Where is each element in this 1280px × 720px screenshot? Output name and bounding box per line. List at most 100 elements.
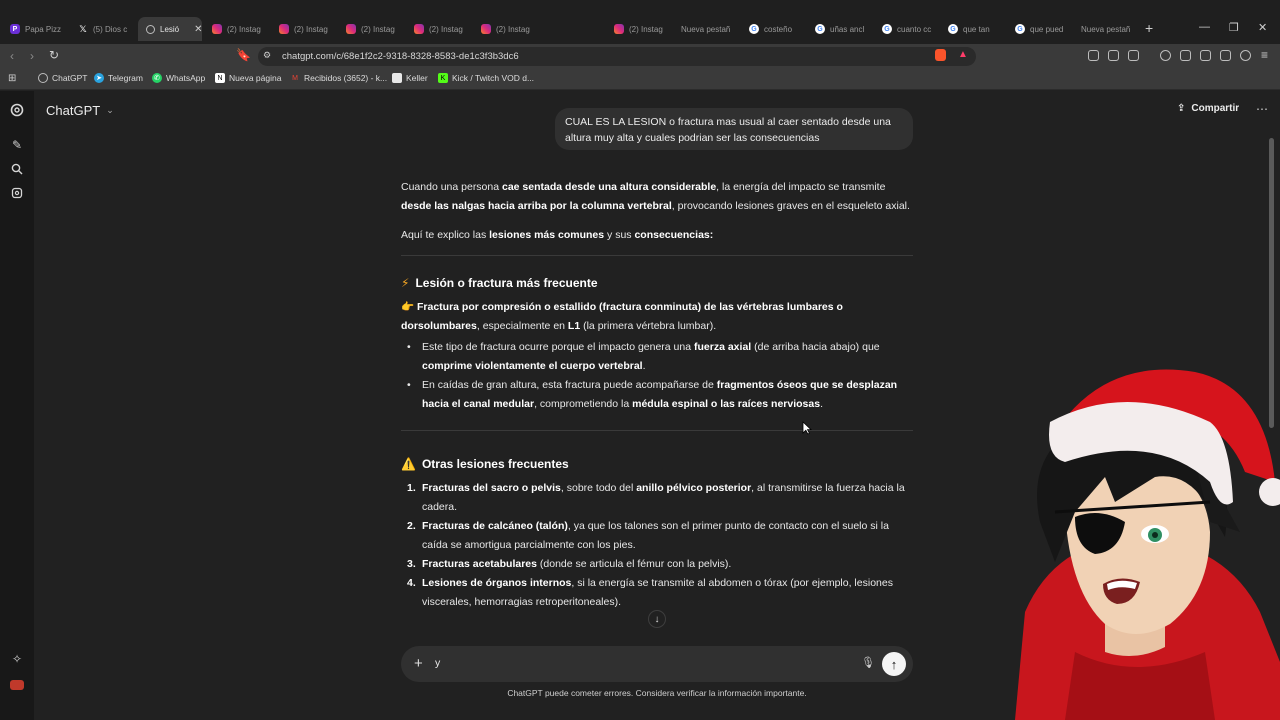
x-icon: 𝕏: [79, 23, 87, 34]
minimize-icon[interactable]: —: [1199, 21, 1210, 33]
apps-grid-icon[interactable]: ⊞: [8, 73, 16, 84]
answer-intro: Cuando una persona cae sentada desde una…: [401, 181, 910, 212]
back-arrow-icon[interactable]: ‹: [10, 49, 14, 63]
tab-label: (5) Dios c: [93, 24, 128, 34]
tab-label: Nueva pestañ: [681, 24, 731, 34]
tab-label: (2) Instag: [294, 24, 328, 34]
section-title: Otras lesiones frecuentes: [421, 457, 569, 471]
browser-tab-active[interactable]: Lesió ✕: [138, 17, 202, 41]
bookmark-notion[interactable]: N Nueva página: [215, 73, 281, 83]
site-settings-icon[interactable]: ⚙: [263, 50, 271, 61]
browser-tab[interactable]: Nueva pestañ: [681, 19, 733, 39]
music-icon[interactable]: [1160, 50, 1171, 61]
browser-tab[interactable]: G que pued: [1015, 19, 1065, 39]
section-lead: 👉 Fractura por compresión o estallido (f…: [401, 301, 843, 332]
brave-rewards-icon[interactable]: ▲: [958, 49, 968, 60]
new-chat-icon[interactable]: ✎: [10, 138, 24, 152]
microphone-icon[interactable]: 🎙: [861, 656, 875, 669]
browser-tab[interactable]: P Papa Pizz: [10, 19, 62, 39]
bookmark-kick[interactable]: K Kick / Twitch VOD d...: [438, 73, 534, 83]
tab-label: (2) Instag: [227, 24, 261, 34]
scroll-to-bottom-button[interactable]: ↓: [648, 610, 666, 628]
tab-label: uñas ancl: [830, 24, 865, 34]
search-icon[interactable]: [10, 162, 24, 176]
tab-label: (2) Instag: [629, 24, 663, 34]
sidebar-toggle-icon[interactable]: [1180, 50, 1191, 61]
instagram-icon: [614, 24, 624, 34]
bookmark-gmail[interactable]: M Recibidos (3652) - k...: [290, 73, 387, 83]
screenshot-icon[interactable]: [1128, 50, 1139, 61]
reload-icon[interactable]: ↻: [49, 48, 59, 62]
maximize-icon[interactable]: ❐: [1229, 21, 1239, 34]
bookmark-whatsapp[interactable]: ✆ WhatsApp: [152, 73, 205, 83]
browser-tab[interactable]: (2) Instag: [614, 19, 669, 39]
tab-label: que tan: [963, 24, 990, 34]
google-icon: G: [749, 24, 759, 34]
attach-plus-icon[interactable]: +: [414, 655, 423, 672]
browser-tab[interactable]: 𝕏 (5) Dios c: [78, 19, 132, 39]
browser-tab[interactable]: G cuanto cc: [882, 19, 932, 39]
menu-icon[interactable]: ≡: [1261, 48, 1268, 62]
prompt-input[interactable]: [435, 657, 835, 669]
arrow-up-icon: ↑: [890, 656, 898, 672]
google-icon: G: [948, 24, 958, 34]
bookmark-telegram[interactable]: ➤ Telegram: [94, 73, 143, 83]
list-item: 4. Lesiones de órganos internos, si la en…: [407, 577, 893, 608]
share-button[interactable]: ⇪ Compartir: [1177, 103, 1239, 114]
close-icon[interactable]: ✕: [194, 24, 202, 35]
browser-tab[interactable]: Nueva pestañ: [1081, 19, 1133, 39]
list-item: 1. Fracturas del sacro o pelvis, sobre to…: [407, 482, 905, 513]
section-heading: ⚠️ Otras lesiones frecuentes: [401, 455, 913, 474]
google-icon: G: [882, 24, 892, 34]
library-icon[interactable]: [10, 186, 24, 200]
tab-label: cuanto cc: [897, 24, 932, 34]
more-options-icon[interactable]: ⋯: [1256, 102, 1268, 116]
url-text[interactable]: chatgpt.com/c/68e1f2c2-9318-8328-8583-de…: [282, 51, 519, 62]
list-item: En caídas de gran altura, esta fractura …: [407, 376, 913, 414]
chatgpt-icon: [38, 73, 48, 83]
bookmark-icon[interactable]: 🔖: [236, 48, 251, 62]
puzzle-extensions-icon[interactable]: [1108, 50, 1119, 61]
send-button[interactable]: ↑: [882, 652, 906, 676]
instagram-icon: [212, 24, 222, 34]
arrow-down-icon: ↓: [654, 613, 660, 625]
browser-tab[interactable]: (2) Instag: [414, 19, 469, 39]
kick-icon: K: [438, 73, 448, 83]
vtuber-avatar: [1015, 369, 1280, 720]
tab-label: Papa Pizz: [25, 24, 62, 34]
browser-tab[interactable]: (2) Instag: [279, 19, 334, 39]
browser-tab[interactable]: G que tan: [948, 19, 998, 39]
wallet-icon[interactable]: [1200, 50, 1211, 61]
bookmark-keller[interactable]: Keller: [392, 73, 428, 83]
browser-tab[interactable]: G costeño: [749, 19, 799, 39]
model-selector[interactable]: ChatGPT ⌄: [46, 103, 114, 118]
share-label: Compartir: [1191, 103, 1240, 114]
bookmark-chatgpt[interactable]: ChatGPT: [38, 73, 87, 83]
browser-tab[interactable]: (2) Instag: [481, 19, 536, 39]
camera-extension-icon[interactable]: [1088, 50, 1099, 61]
tab-label: que pued: [1030, 24, 1064, 34]
forward-arrow-icon[interactable]: ›: [30, 49, 34, 63]
browser-tab[interactable]: G uñas ancl: [815, 19, 865, 39]
vpn-shield-icon[interactable]: [1240, 50, 1251, 61]
instagram-icon: [414, 24, 424, 34]
numbered-list: 1. Fracturas del sacro o pelvis, sobre to…: [401, 479, 913, 612]
model-label: ChatGPT: [46, 103, 101, 118]
divider: [401, 255, 913, 256]
browser-tab[interactable]: (2) Instag: [212, 19, 267, 39]
browser-tab-strip: P Papa Pizz 𝕏 (5) Dios c Lesió ✕ (2) Ins…: [0, 0, 1280, 44]
new-tab-plus-icon[interactable]: +: [1145, 20, 1153, 36]
openai-logo-icon[interactable]: [10, 103, 24, 117]
pointing-hand-icon: 👉: [401, 301, 415, 313]
tab-label: (2) Instag: [361, 24, 395, 34]
instagram-icon: [279, 24, 289, 34]
ai-assistant-icon[interactable]: [1220, 50, 1231, 61]
window-close-icon[interactable]: ✕: [1258, 21, 1267, 34]
google-icon: G: [1015, 24, 1025, 34]
user-message: CUAL ES LA LESION o fractura mas usual a…: [555, 108, 913, 150]
answer-intro-2: Aquí te explico las lesiones más comunes…: [401, 229, 714, 241]
brave-shield-icon[interactable]: [935, 49, 946, 61]
section-title: Lesión o fractura más frecuente: [415, 276, 598, 290]
upgrade-sparkle-icon[interactable]: ✧: [10, 652, 24, 666]
browser-tab[interactable]: (2) Instag: [346, 19, 401, 39]
